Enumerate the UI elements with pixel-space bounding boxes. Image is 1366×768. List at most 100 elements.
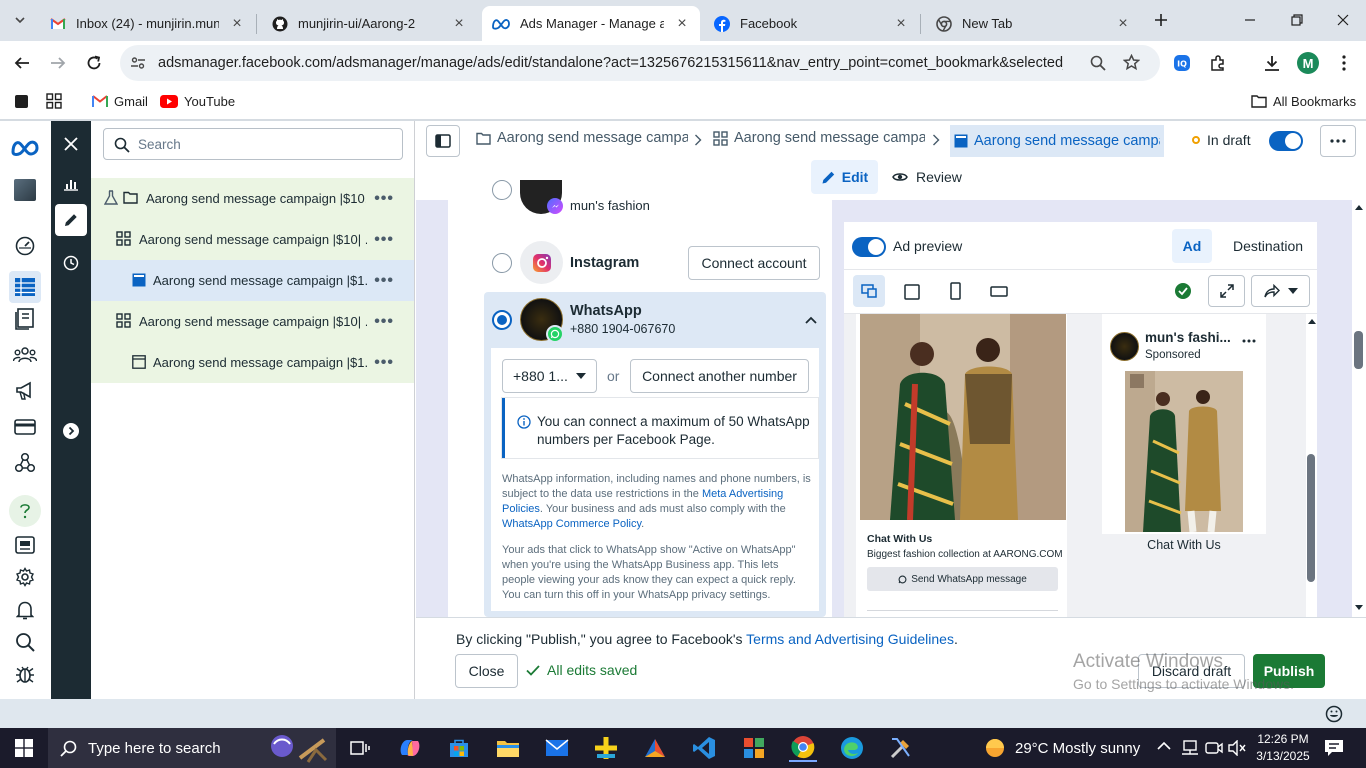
volume-muted-icon[interactable]: [1228, 740, 1246, 756]
send-whatsapp-message-button[interactable]: Send WhatsApp message: [867, 567, 1058, 591]
more-options-icon[interactable]: •••: [374, 190, 394, 208]
extension-1-button[interactable]: IQ: [1170, 51, 1194, 75]
taskbar-search-box[interactable]: Type here to search: [48, 728, 336, 768]
extensions-button[interactable]: [1206, 51, 1230, 75]
camera-icon[interactable]: [1205, 740, 1223, 756]
star-icon[interactable]: [1123, 54, 1140, 71]
close-icon[interactable]: ×: [893, 15, 909, 33]
minimize-button[interactable]: [1238, 8, 1262, 32]
breadcrumb-ad[interactable]: Aarong send message campaig: [950, 125, 1164, 157]
app-plus-icon[interactable]: [592, 734, 620, 762]
task-view-icon[interactable]: [346, 734, 374, 762]
windows-start-icon[interactable]: [10, 734, 38, 762]
vertical-format-icon[interactable]: [950, 282, 961, 300]
connect-another-number-button[interactable]: Connect another number: [630, 359, 809, 393]
square-format-icon[interactable]: [904, 284, 920, 300]
business-graph-icon[interactable]: [13, 451, 37, 475]
weather-widget[interactable]: 29°C Mostly sunny: [983, 737, 1140, 759]
expand-panel-button[interactable]: [59, 419, 83, 443]
site-info-icon[interactable]: [130, 55, 146, 71]
all-placements-button[interactable]: [853, 275, 885, 307]
charts-icon[interactable]: [59, 172, 83, 196]
tab-ads-manager[interactable]: Ads Manager - Manage ads ×: [482, 6, 700, 41]
chrome-taskbar-icon[interactable]: [789, 734, 817, 762]
microsoft-store-icon[interactable]: [445, 734, 473, 762]
chevron-up-icon[interactable]: [805, 316, 817, 324]
bell-icon[interactable]: [13, 598, 37, 622]
megaphone-icon[interactable]: [13, 379, 37, 403]
tools-icon[interactable]: [887, 734, 915, 762]
share-preview-button[interactable]: [1251, 275, 1310, 307]
tab-search-button[interactable]: [8, 8, 32, 32]
more-options-icon[interactable]: •••: [374, 313, 394, 331]
apps-grid-icon[interactable]: [46, 91, 62, 111]
settings-gear-icon[interactable]: [13, 565, 37, 589]
close-icon[interactable]: ×: [451, 15, 467, 33]
address-bar[interactable]: adsmanager.facebook.com/adsmanager/manag…: [120, 45, 1160, 81]
forward-button[interactable]: [46, 51, 70, 75]
audiences-icon[interactable]: [13, 343, 37, 367]
more-options-icon[interactable]: •••: [374, 354, 394, 372]
toggle-panel-button[interactable]: [426, 125, 460, 157]
system-clock[interactable]: 12:26 PM 3/13/2025: [1256, 731, 1310, 765]
more-horizontal-icon[interactable]: [1242, 339, 1256, 343]
restore-button[interactable]: [1285, 8, 1309, 32]
tab-ad[interactable]: Ad: [1172, 229, 1212, 263]
more-options-icon[interactable]: •••: [374, 231, 394, 249]
downloads-button[interactable]: [1260, 51, 1284, 75]
tree-row-ad-draft[interactable]: Aarong send message campaign |$1... •••: [91, 342, 414, 383]
feedback-smiley-icon[interactable]: [1325, 705, 1343, 723]
tab-github[interactable]: munjirin-ui/Aarong-2 ×: [262, 6, 477, 41]
workspace-scrollbar[interactable]: [1352, 200, 1366, 617]
tree-row-adset[interactable]: Aarong send message campaign |$10| ... •…: [91, 219, 414, 260]
whatsapp-commerce-policy-link[interactable]: WhatsApp Commerce Policy: [502, 518, 641, 530]
more-actions-button[interactable]: [1320, 125, 1356, 157]
scrollbar-thumb[interactable]: [1307, 454, 1315, 582]
horizontal-format-icon[interactable]: [990, 286, 1008, 297]
bookmark-youtube[interactable]: YouTube: [160, 91, 235, 111]
tab-gmail[interactable]: Inbox (24) - munjirin.munn@ ×: [40, 6, 255, 41]
app-cube-icon[interactable]: [641, 734, 669, 762]
scrollbar-thumb[interactable]: [1354, 331, 1363, 369]
vscode-icon[interactable]: [690, 734, 718, 762]
all-bookmarks-button[interactable]: All Bookmarks: [1251, 91, 1356, 111]
close-icon[interactable]: ×: [1115, 15, 1131, 33]
documents-icon[interactable]: [13, 307, 37, 331]
tree-row-ad-selected[interactable]: Aarong send message campaign |$1... •••: [91, 260, 414, 301]
notifications-icon[interactable]: [1324, 739, 1344, 757]
chevron-up-icon[interactable]: [1157, 741, 1171, 750]
ad-on-off-toggle[interactable]: [1269, 131, 1303, 151]
page-post-icon[interactable]: [13, 533, 37, 557]
network-icon[interactable]: [1181, 740, 1199, 756]
instagram-radio[interactable]: [492, 253, 512, 273]
billing-card-icon[interactable]: [13, 415, 37, 439]
tab-destination[interactable]: Destination: [1233, 238, 1303, 254]
mail-icon[interactable]: [543, 734, 571, 762]
close-icon[interactable]: ×: [674, 15, 690, 33]
tree-row-campaign[interactable]: Aarong send message campaign |$10... •••: [91, 178, 414, 219]
close-icon[interactable]: ×: [229, 15, 245, 33]
tab-facebook[interactable]: Facebook ×: [704, 6, 919, 41]
breadcrumb-campaign[interactable]: Aarong send message campaig: [476, 130, 688, 146]
tree-search-input[interactable]: Search: [103, 128, 403, 160]
file-explorer-icon[interactable]: [494, 734, 522, 762]
country-code-select[interactable]: +880 1...: [502, 359, 597, 393]
breadcrumb-adset[interactable]: Aarong send message campaig: [713, 130, 925, 146]
tab-new-tab[interactable]: New Tab ×: [926, 6, 1141, 41]
preview-scrollbar[interactable]: [1306, 314, 1317, 617]
close-editor-button[interactable]: [59, 132, 83, 156]
ad-preview-toggle[interactable]: [852, 237, 886, 257]
connect-account-button[interactable]: Connect account: [688, 246, 820, 280]
help-icon[interactable]: [9, 495, 41, 527]
account-avatar-icon[interactable]: [13, 178, 37, 202]
profile-button[interactable]: M: [1296, 51, 1320, 75]
reload-button[interactable]: [82, 51, 106, 75]
edge-icon[interactable]: [838, 734, 866, 762]
terms-link[interactable]: Terms and Advertising Guidelines: [746, 631, 954, 647]
back-button[interactable]: [10, 51, 34, 75]
copilot-icon[interactable]: [396, 734, 424, 762]
messenger-radio[interactable]: [492, 180, 512, 200]
campaigns-table-icon[interactable]: [9, 271, 41, 303]
whatsapp-radio[interactable]: [492, 310, 512, 330]
square-icon[interactable]: [14, 91, 29, 111]
